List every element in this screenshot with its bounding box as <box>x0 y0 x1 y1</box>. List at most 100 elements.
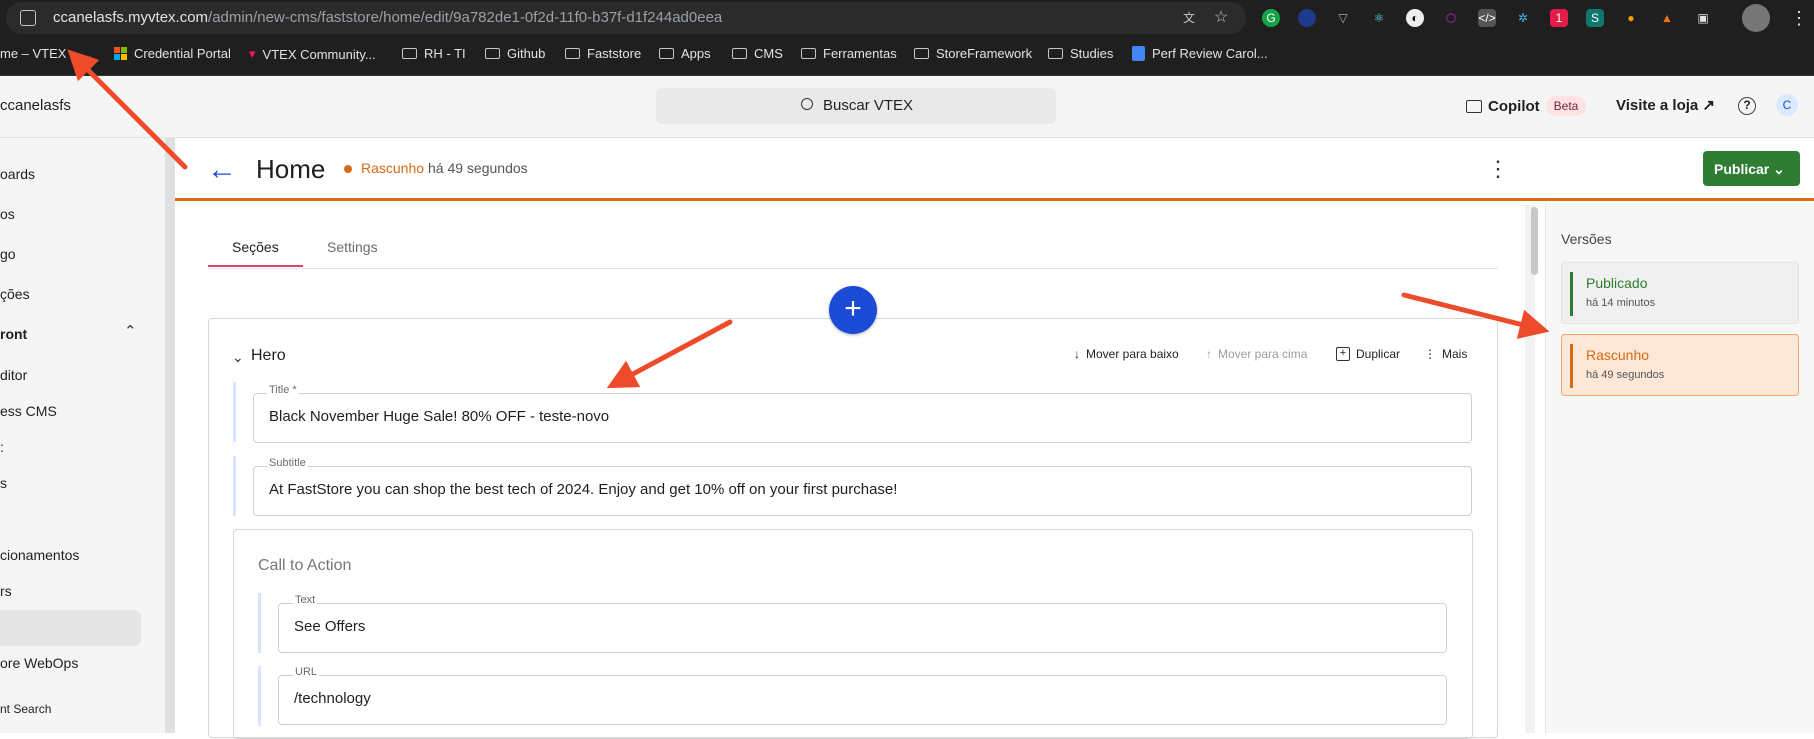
sidebar-item-faststore-webops[interactable]: ore WebOps <box>0 655 78 671</box>
extension-icon[interactable]: ▲ <box>1658 9 1676 27</box>
title-field-label: Title * <box>267 384 299 396</box>
active-tab-indicator <box>208 265 303 267</box>
extension-icon[interactable]: S <box>1586 9 1604 27</box>
version-label: Rascunho <box>1586 347 1650 363</box>
folder-icon <box>485 48 500 59</box>
move-down-button[interactable]: ↓ Mover para baixo <box>1074 347 1179 361</box>
duplicate-button[interactable]: + Duplicar <box>1336 347 1400 361</box>
extension-icon[interactable] <box>1298 9 1316 27</box>
graphql-icon[interactable]: ⬡ <box>1442 9 1460 27</box>
status-time: há 49 segundos <box>428 160 528 176</box>
bookmark-folder-github[interactable]: Github <box>485 46 545 61</box>
add-section-button[interactable]: + <box>829 286 877 334</box>
field-indicator <box>258 666 261 726</box>
site-settings-icon[interactable] <box>20 10 36 26</box>
sidebar-item-storefront[interactable]: ront <box>0 326 27 342</box>
status-dot <box>344 165 352 173</box>
cta-text-value[interactable]: See Offers <box>294 618 365 635</box>
cta-url-value[interactable]: /technology <box>294 690 371 707</box>
code-icon[interactable]: </> <box>1478 9 1496 27</box>
url-text[interactable]: ccanelasfs.myvtex.com/admin/new-cms/fast… <box>53 9 722 26</box>
publish-button[interactable]: Publicar ⌄ <box>1703 151 1800 186</box>
extension-icon[interactable]: 1 <box>1550 9 1568 27</box>
more-options-icon[interactable]: ⋮ <box>1487 158 1509 180</box>
extension-icon[interactable]: ✲ <box>1514 9 1532 27</box>
cta-text-field[interactable] <box>278 603 1447 653</box>
sidebar-item-dashboards[interactable]: oards <box>0 166 35 182</box>
docs-icon <box>1132 46 1145 61</box>
bookmark-folder-rh[interactable]: RH - TI <box>402 46 466 61</box>
publish-label: Publicar <box>1714 161 1770 177</box>
user-avatar[interactable]: C <box>1776 94 1798 116</box>
browser-url-bar: ccanelasfs.myvtex.com/admin/new-cms/fast… <box>0 0 1814 36</box>
cta-url-field[interactable] <box>278 675 1447 725</box>
sidebar-item-redirecionamentos[interactable]: cionamentos <box>0 547 79 563</box>
chevron-down-icon[interactable]: ⌄ <box>232 349 244 366</box>
subtitle-field-value[interactable]: At FastStore you can shop the best tech … <box>269 481 897 498</box>
duplicate-icon: + <box>1336 347 1350 361</box>
main-scrollbar[interactable] <box>1525 205 1535 733</box>
section-title[interactable]: Hero <box>251 347 286 365</box>
bookmark-vtex[interactable]: me – VTEX – ... <box>0 46 92 61</box>
sidebar-item-catalogo[interactable]: go <box>0 246 16 262</box>
search-input[interactable]: Buscar VTEX <box>656 88 1056 124</box>
field-indicator <box>258 593 261 653</box>
sidebar-item-pedidos[interactable]: os <box>0 206 15 222</box>
scroll-thumb[interactable] <box>1531 207 1538 275</box>
folder-icon <box>402 48 417 59</box>
tab-secoes[interactable]: Seções <box>232 239 279 255</box>
search-placeholder: Buscar VTEX <box>823 97 914 114</box>
more-icon: ⋮ <box>1424 347 1436 361</box>
puzzle-icon[interactable]: ▣ <box>1694 9 1712 27</box>
page-title: Home <box>256 154 326 184</box>
subtitle-field-label: Subtitle <box>267 457 308 469</box>
help-icon[interactable]: ? <box>1738 97 1756 115</box>
sidebar-item[interactable]: : <box>0 439 4 455</box>
folder-icon <box>732 48 747 59</box>
copilot-label: Copilot <box>1488 97 1540 115</box>
status-badge: Rascunho <box>361 160 425 176</box>
sidebar-active-item[interactable] <box>0 610 141 646</box>
visit-store-link[interactable]: Visite a loja ↗ <box>1616 96 1715 114</box>
copilot-button[interactable]: Copilot Beta <box>1466 96 1587 116</box>
sidebar-item-intelligent-search[interactable]: nt Search <box>0 702 51 716</box>
extension-icon[interactable]: ◐ <box>1406 9 1424 27</box>
chat-icon <box>1466 99 1482 113</box>
grammarly-icon[interactable]: G <box>1262 9 1280 27</box>
sidebar-item-promocoes[interactable]: ções <box>0 286 30 302</box>
back-arrow-icon[interactable]: ← <box>207 155 237 185</box>
move-up-button[interactable]: ↑ Mover para cima <box>1206 347 1307 361</box>
sidebar-item-headless-cms[interactable]: ess CMS <box>0 403 57 419</box>
bookmark-vtex-community[interactable]: ▾ VTEX Community... <box>249 46 376 62</box>
app-header: ccanelasfs Buscar VTEX Copilot Beta Visi… <box>0 76 1814 138</box>
version-published[interactable]: Publicado há 14 minutos <box>1561 262 1799 324</box>
sidebar-scrollbar[interactable] <box>165 138 175 733</box>
account-name[interactable]: ccanelasfs <box>0 97 71 114</box>
field-indicator <box>233 382 236 442</box>
bookmark-perf-review[interactable]: Perf Review Carol... <box>1132 46 1268 61</box>
title-field-value[interactable]: Black November Huge Sale! 80% OFF - test… <box>269 408 609 425</box>
tab-divider <box>208 268 1498 269</box>
sidebar-item[interactable]: rs <box>0 583 12 599</box>
bookmark-folder-studies[interactable]: Studies <box>1048 46 1113 61</box>
extension-icon[interactable]: ▽ <box>1334 9 1352 27</box>
react-icon[interactable]: ⚛ <box>1370 9 1388 27</box>
bookmark-credential-portal[interactable]: Credential Portal <box>114 46 231 61</box>
sidebar-item-site-editor[interactable]: ditor <box>0 367 27 383</box>
menu-icon[interactable]: ⋮ <box>1790 8 1808 29</box>
cookie-icon[interactable]: ● <box>1622 9 1640 27</box>
version-draft[interactable]: Rascunho há 49 segundos <box>1561 334 1799 396</box>
bookmark-folder-ferramentas[interactable]: Ferramentas <box>801 46 897 61</box>
tab-settings[interactable]: Settings <box>327 239 378 255</box>
chevron-up-icon[interactable]: ⌃ <box>124 322 137 340</box>
sidebar-item[interactable]: s <box>0 475 7 491</box>
star-icon[interactable]: ☆ <box>1212 9 1230 27</box>
more-button[interactable]: ⋮ Mais <box>1424 347 1467 361</box>
translate-icon[interactable]: 文 <box>1180 9 1198 27</box>
bookmark-folder-apps[interactable]: Apps <box>659 46 711 61</box>
bookmark-folder-cms[interactable]: CMS <box>732 46 783 61</box>
profile-avatar[interactable] <box>1742 4 1770 32</box>
bookmark-folder-storeframework[interactable]: StoreFramework <box>914 46 1032 61</box>
bookmarks-bar: me – VTEX – ... Credential Portal ▾ VTEX … <box>0 36 1814 76</box>
bookmark-folder-faststore[interactable]: Faststore <box>565 46 641 61</box>
